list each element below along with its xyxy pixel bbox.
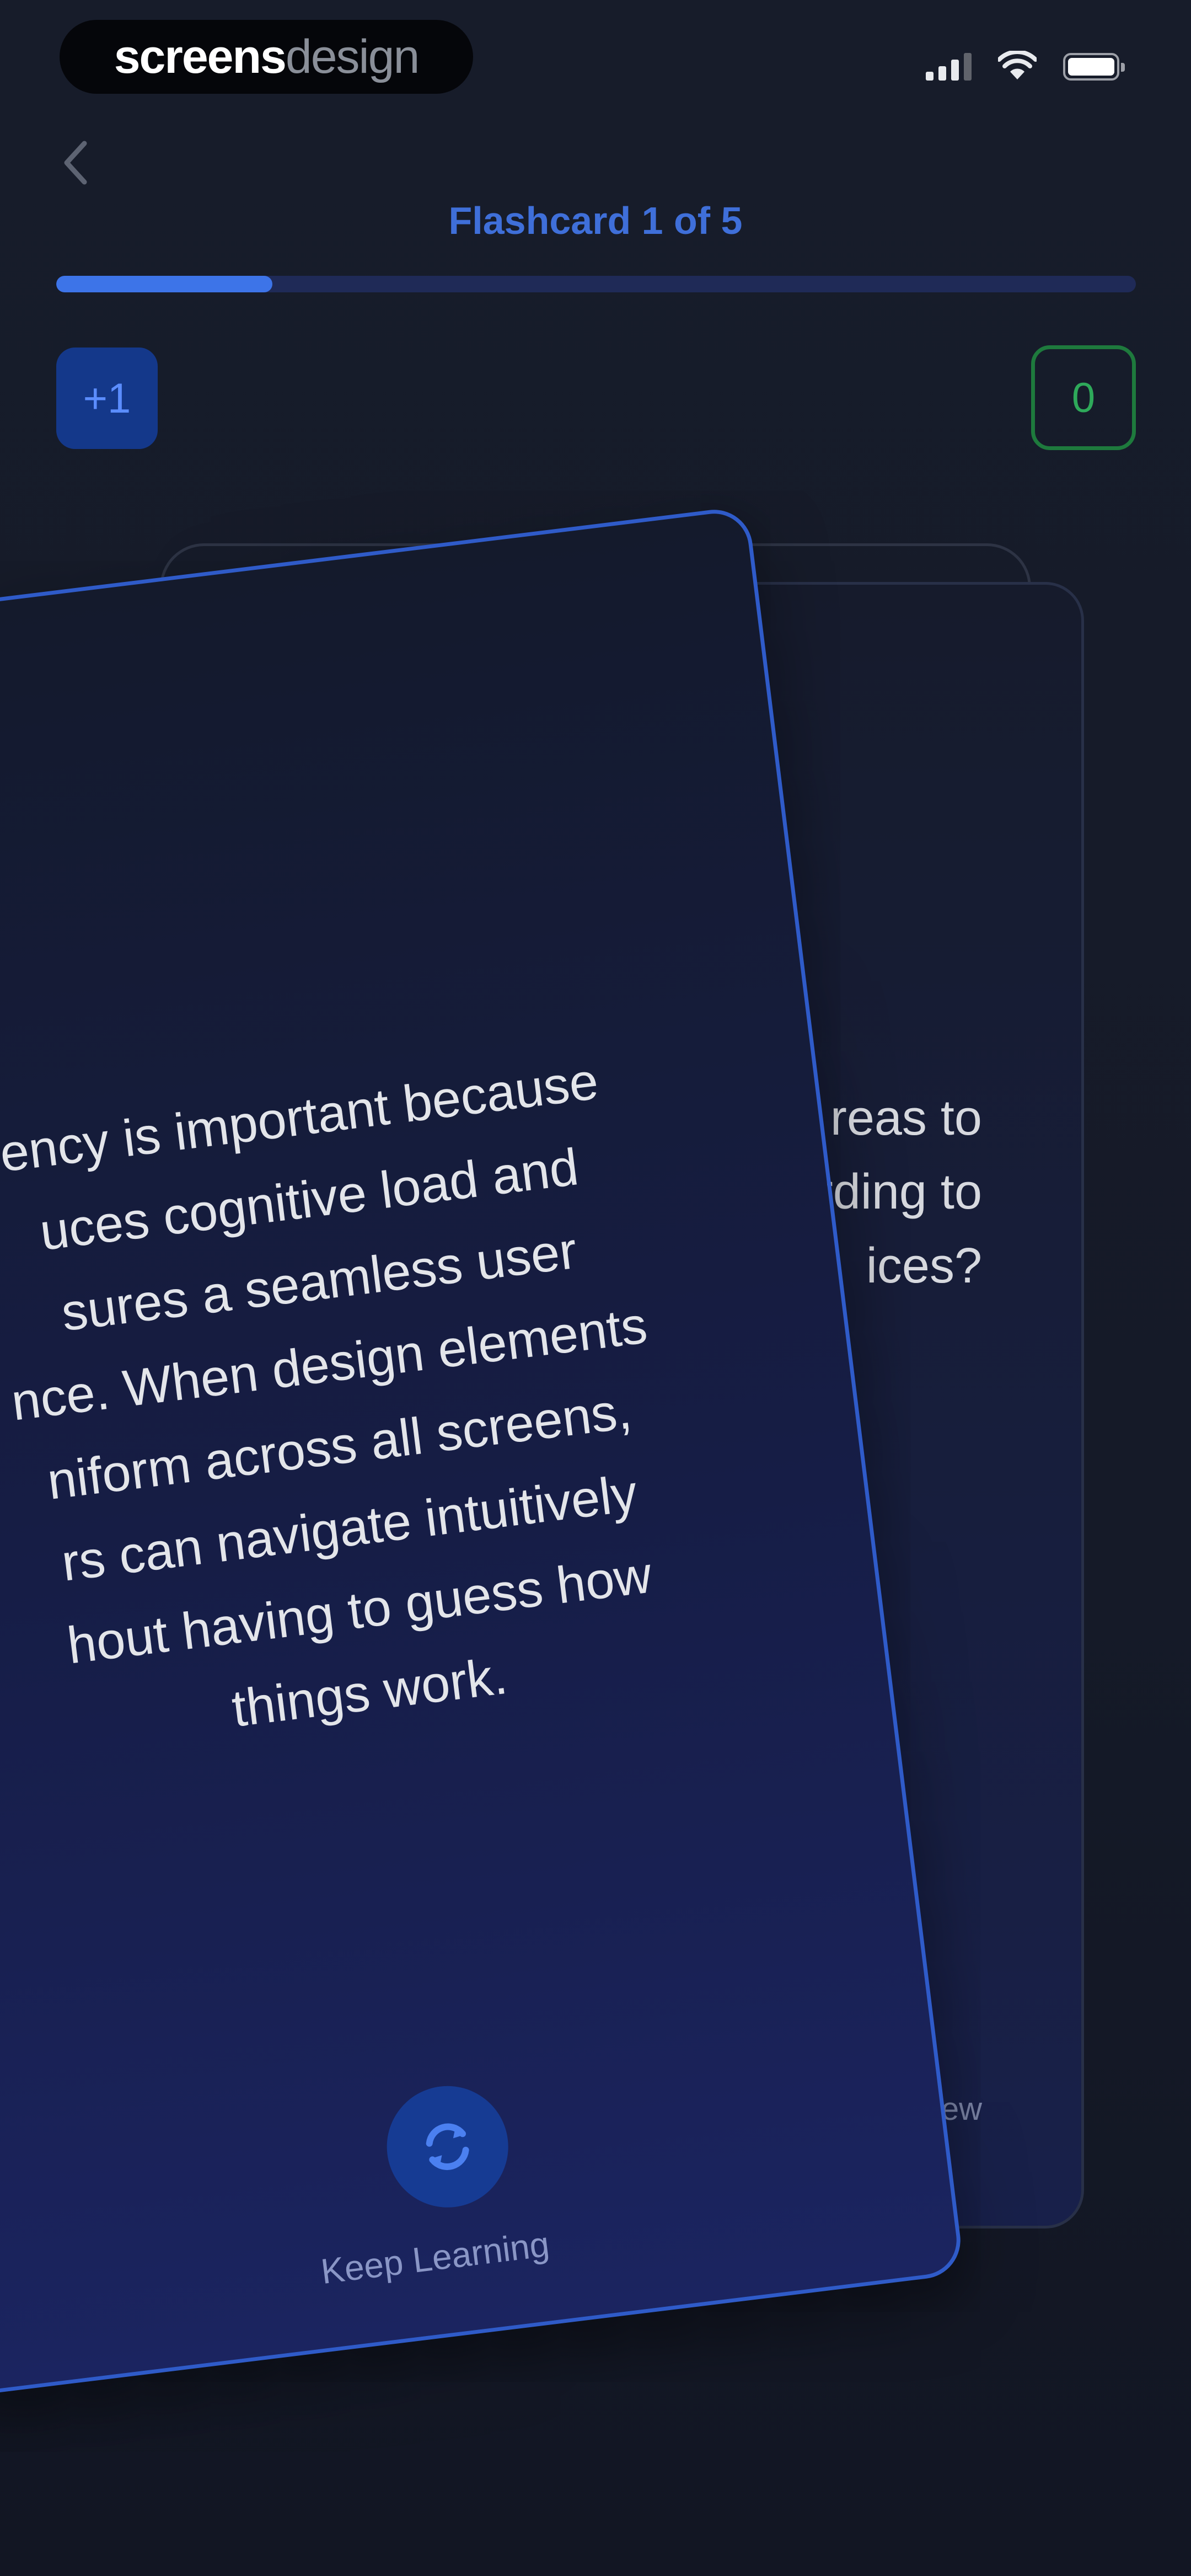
flashcard-screen: screens design Flashcard 1 of 5 +1 0 reas… xyxy=(0,0,1191,2576)
learning-count-badge: +1 xyxy=(56,348,158,449)
front-card-answer-text: ency is important because uces cognitive… xyxy=(0,1051,655,1738)
chevron-left-icon xyxy=(64,141,87,185)
status-icons xyxy=(926,51,1125,81)
page-title: Flashcard 1 of 5 xyxy=(448,199,743,242)
back-button[interactable] xyxy=(51,132,100,193)
refresh-icon xyxy=(426,2123,469,2170)
wifi-icon xyxy=(998,51,1037,79)
battery-icon xyxy=(1063,53,1125,81)
brand-badge: screens design xyxy=(60,20,473,94)
progress-fill xyxy=(56,276,272,292)
brand-light-text: design xyxy=(285,30,420,83)
keep-learning-button[interactable] xyxy=(380,2079,516,2215)
signal-icon xyxy=(926,53,972,81)
progress-bar xyxy=(56,276,1136,292)
brand-bold-text: screens xyxy=(114,30,287,83)
known-count-badge: 0 xyxy=(1031,345,1136,450)
